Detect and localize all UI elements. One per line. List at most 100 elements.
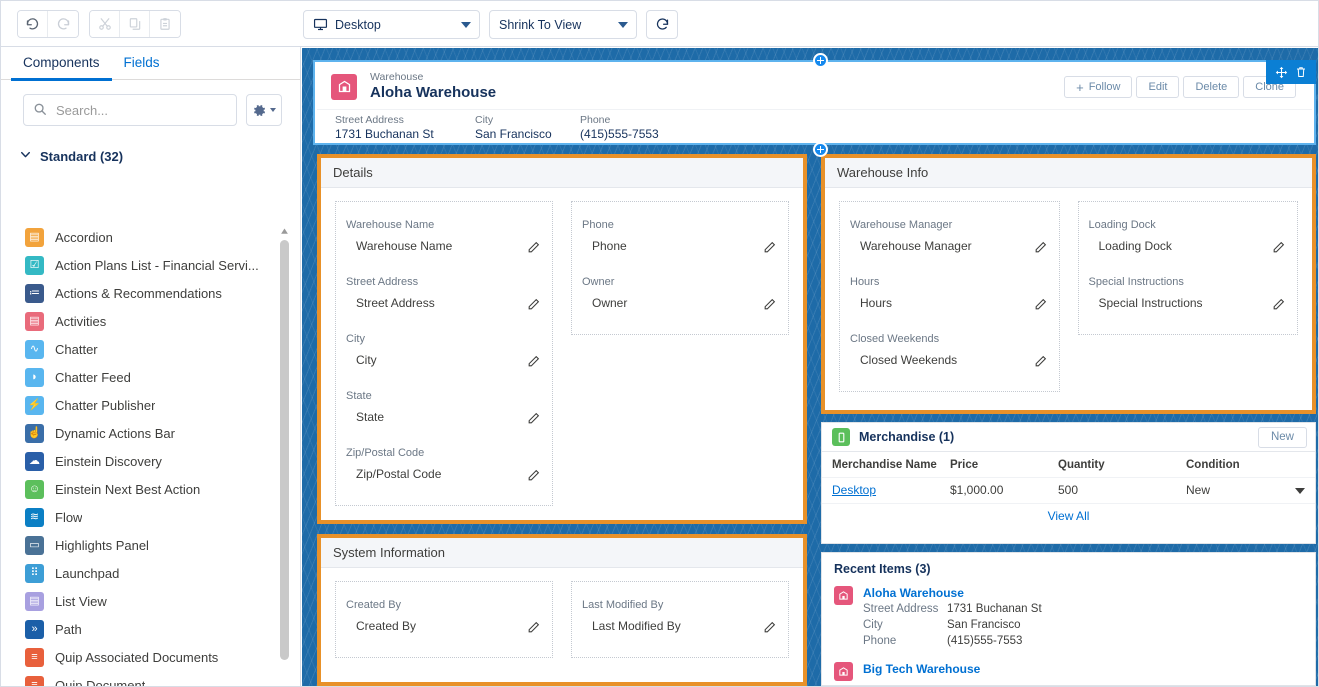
field-street-address-value: Street Address: [346, 295, 542, 312]
field-city[interactable]: City City: [346, 324, 542, 381]
edit-pencil-icon[interactable]: [1034, 355, 1047, 371]
copy-button[interactable]: [120, 11, 150, 37]
field-special-instructions[interactable]: Special Instructions Special Instruction…: [1089, 267, 1288, 324]
component-settings-button[interactable]: [246, 94, 282, 126]
field-owner[interactable]: Owner Owner: [582, 267, 778, 324]
component-item-list-view[interactable]: ▤List View: [1, 587, 279, 615]
undo-redo-group: [17, 10, 79, 38]
cell-quantity: 500: [1048, 478, 1176, 504]
standard-section-header[interactable]: Standard (32): [1, 136, 300, 174]
zoom-select[interactable]: Shrink To View: [489, 10, 637, 39]
edit-pencil-icon[interactable]: [763, 621, 776, 637]
edit-pencil-icon[interactable]: [527, 241, 540, 257]
field-owner-label: Owner: [582, 275, 778, 290]
follow-button[interactable]: + Follow: [1064, 76, 1132, 98]
recent-item-link[interactable]: Aloha Warehouse: [863, 585, 1042, 601]
system-information-region[interactable]: System Information Created By Created By…: [317, 534, 807, 686]
component-item-activities[interactable]: ▤Activities: [1, 307, 279, 335]
edit-pencil-icon[interactable]: [1034, 298, 1047, 314]
search-input[interactable]: [23, 94, 237, 126]
field-state[interactable]: State State: [346, 381, 542, 438]
edit-pencil-icon[interactable]: [527, 412, 540, 428]
component-item-path[interactable]: »Path: [1, 615, 279, 643]
component-item-launchpad[interactable]: ⠿Launchpad: [1, 559, 279, 587]
component-item-highlights-panel[interactable]: ▭Highlights Panel: [1, 531, 279, 559]
component-item-chatter[interactable]: ∿Chatter: [1, 335, 279, 363]
component-item-chatter-feed[interactable]: ◗Chatter Feed: [1, 363, 279, 391]
merchandise-name-link[interactable]: Desktop: [832, 483, 876, 497]
field-zip-postal-code[interactable]: Zip/Postal Code Zip/Postal Code: [346, 438, 542, 495]
component-item-chatter-publisher[interactable]: ⚡Chatter Publisher: [1, 391, 279, 419]
cell-row-actions[interactable]: [1285, 478, 1315, 504]
merchandise-view-all-link[interactable]: View All: [822, 503, 1315, 527]
component-item-flow[interactable]: ≋Flow: [1, 503, 279, 531]
edit-pencil-icon[interactable]: [763, 241, 776, 257]
col-quantity[interactable]: Quantity: [1048, 452, 1176, 478]
col-merchandise-name[interactable]: Merchandise Name: [822, 452, 940, 478]
highlights-panel-component[interactable]: Warehouse Aloha Warehouse + Follow Edit …: [313, 60, 1316, 145]
recent-items-component[interactable]: Recent Items (3) Aloha Warehouse Street …: [821, 552, 1316, 686]
highlight-field-phone-value: (415)555-7553: [580, 127, 659, 142]
edit-pencil-icon[interactable]: [763, 298, 776, 314]
warehouse-object-icon: [331, 74, 357, 100]
edit-pencil-icon[interactable]: [527, 621, 540, 637]
paste-button[interactable]: [150, 11, 180, 37]
field-hours[interactable]: Hours Hours: [850, 267, 1049, 324]
system-information-title: System Information: [333, 545, 445, 560]
field-last-modified-by[interactable]: Last Modified By Last Modified By: [582, 590, 778, 647]
details-field-grid: Warehouse Name Warehouse Name Street Add…: [321, 188, 803, 516]
cut-button[interactable]: [90, 11, 120, 37]
list-item[interactable]: Big Tech Warehouse: [822, 658, 1315, 681]
merchandise-new-button[interactable]: New: [1258, 427, 1307, 448]
move-component-handle[interactable]: [1271, 62, 1291, 82]
edit-pencil-icon[interactable]: [1272, 241, 1285, 257]
chevron-down-icon[interactable]: [1295, 488, 1305, 494]
search-row: [1, 80, 300, 136]
field-warehouse-name[interactable]: Warehouse Name Warehouse Name: [346, 210, 542, 267]
scrollbar-thumb[interactable]: [280, 240, 289, 660]
component-item-quip-associated-documents[interactable]: ≡Quip Associated Documents: [1, 643, 279, 671]
sidebar-scrollbar[interactable]: [279, 223, 290, 686]
edit-pencil-icon[interactable]: [527, 355, 540, 371]
device-select[interactable]: Desktop: [303, 10, 480, 39]
col-price[interactable]: Price: [940, 452, 1048, 478]
field-hours-label: Hours: [850, 275, 1049, 290]
field-closed-weekends[interactable]: Closed Weekends Closed Weekends: [850, 324, 1049, 381]
delete-button[interactable]: Delete: [1183, 76, 1239, 98]
edit-pencil-icon[interactable]: [1034, 241, 1047, 257]
undo-button[interactable]: [18, 11, 48, 37]
tab-fields[interactable]: Fields: [112, 47, 172, 80]
field-warehouse-manager[interactable]: Warehouse Manager Warehouse Manager: [850, 210, 1049, 267]
component-item-label: Quip Document: [55, 678, 145, 687]
add-component-above-handle[interactable]: [813, 53, 828, 68]
edit-pencil-icon[interactable]: [1272, 298, 1285, 314]
list-item[interactable]: Aloha Warehouse Street Address 1731 Buch…: [822, 582, 1315, 649]
component-item-dynamic-actions-bar[interactable]: ☝Dynamic Actions Bar: [1, 419, 279, 447]
field-phone[interactable]: Phone Phone: [582, 210, 778, 267]
component-item-action-plans-list-financial-servi[interactable]: ☑Action Plans List - Financial Servi...: [1, 251, 279, 279]
details-region[interactable]: Details Warehouse Name Warehouse Name St…: [317, 154, 807, 524]
delete-component-handle[interactable]: [1291, 62, 1311, 82]
refresh-button[interactable]: [646, 10, 678, 39]
warehouse-info-region[interactable]: Warehouse Info Warehouse Manager Warehou…: [821, 154, 1316, 414]
merchandise-related-list[interactable]: Merchandise (1) New Merchandise Name Pri…: [821, 422, 1316, 544]
field-loading-dock[interactable]: Loading Dock Loading Dock: [1089, 210, 1288, 267]
quip-assoc-docs-icon: ≡: [25, 648, 44, 667]
tab-components[interactable]: Components: [11, 47, 112, 80]
col-condition[interactable]: Condition: [1176, 452, 1285, 478]
page-canvas: Warehouse Aloha Warehouse + Follow Edit …: [302, 48, 1318, 686]
component-item-quip-document[interactable]: ≡Quip Document: [1, 671, 279, 686]
component-item-accordion[interactable]: ▤Accordion: [1, 223, 279, 251]
field-created-by[interactable]: Created By Created By: [346, 590, 542, 647]
edit-pencil-icon[interactable]: [527, 298, 540, 314]
component-item-einstein-next-best-action[interactable]: ☺Einstein Next Best Action: [1, 475, 279, 503]
recent-item-link[interactable]: Big Tech Warehouse: [863, 661, 980, 677]
redo-button[interactable]: [48, 11, 78, 37]
edit-button[interactable]: Edit: [1136, 76, 1179, 98]
field-street-address[interactable]: Street Address Street Address: [346, 267, 542, 324]
component-item-einstein-discovery[interactable]: ☁Einstein Discovery: [1, 447, 279, 475]
add-component-below-handle[interactable]: [813, 142, 828, 157]
scroll-up-icon[interactable]: [280, 225, 289, 235]
component-item-actions-recommendations[interactable]: ≔Actions & Recommendations: [1, 279, 279, 307]
edit-pencil-icon[interactable]: [527, 469, 540, 485]
